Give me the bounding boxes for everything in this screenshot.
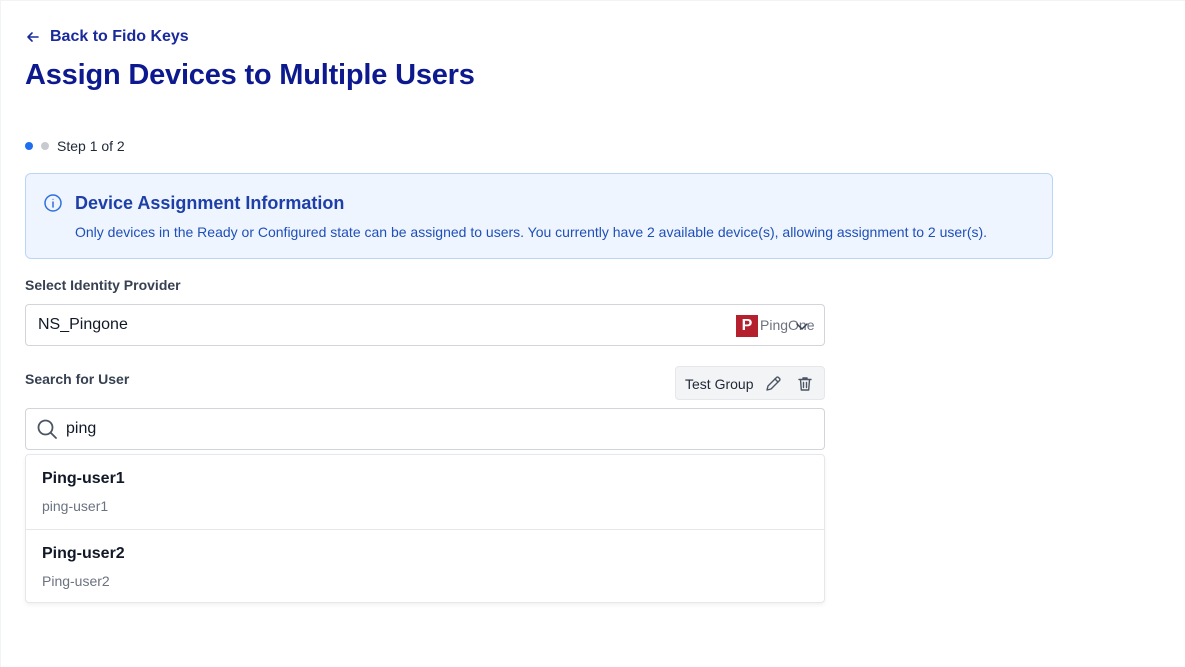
search-results-dropdown: Ping-user1 ping-user1 Ping-user2 Ping-us…	[25, 454, 825, 603]
result-username: Ping-user2	[42, 573, 110, 589]
result-name: Ping-user1	[42, 470, 125, 487]
search-result-item[interactable]: Ping-user2 Ping-user2	[26, 529, 824, 603]
user-search-box	[25, 408, 825, 450]
step-2-dot	[41, 142, 49, 150]
group-chip: Test Group	[675, 366, 825, 400]
identity-provider-value: NS_Pingone	[38, 316, 128, 333]
group-name: Test Group	[685, 376, 754, 392]
search-icon	[37, 419, 57, 439]
page-title: Assign Devices to Multiple Users	[25, 59, 475, 91]
back-to-fido-keys-link[interactable]: Back to Fido Keys	[25, 28, 189, 46]
user-search-input[interactable]	[66, 415, 806, 443]
page: Back to Fido Keys Assign Devices to Mult…	[0, 0, 1185, 667]
info-banner: Device Assignment Information Only devic…	[25, 173, 1053, 259]
pencil-icon[interactable]	[764, 375, 782, 393]
stepper: Step 1 of 2	[25, 138, 125, 154]
pingone-logo-icon: P	[736, 315, 758, 337]
step-1-dot	[25, 142, 33, 150]
step-label: Step 1 of 2	[57, 138, 125, 154]
identity-provider-label: Select Identity Provider	[25, 277, 181, 293]
info-title: Device Assignment Information	[75, 193, 345, 213]
back-link-label[interactable]: Back to Fido Keys	[50, 28, 189, 46]
arrow-left-icon	[27, 32, 39, 42]
search-result-item[interactable]: Ping-user1 ping-user1	[26, 455, 824, 529]
identity-provider-select[interactable]: NS_Pingone P PingOne	[25, 304, 825, 346]
trash-icon[interactable]	[796, 375, 814, 393]
result-username: ping-user1	[42, 498, 109, 514]
result-name: Ping-user2	[42, 545, 125, 562]
info-circle-icon	[44, 194, 62, 212]
search-user-label: Search for User	[25, 371, 130, 387]
info-text: Only devices in the Ready or Configured …	[75, 224, 988, 240]
chevron-down-icon[interactable]	[794, 318, 810, 334]
